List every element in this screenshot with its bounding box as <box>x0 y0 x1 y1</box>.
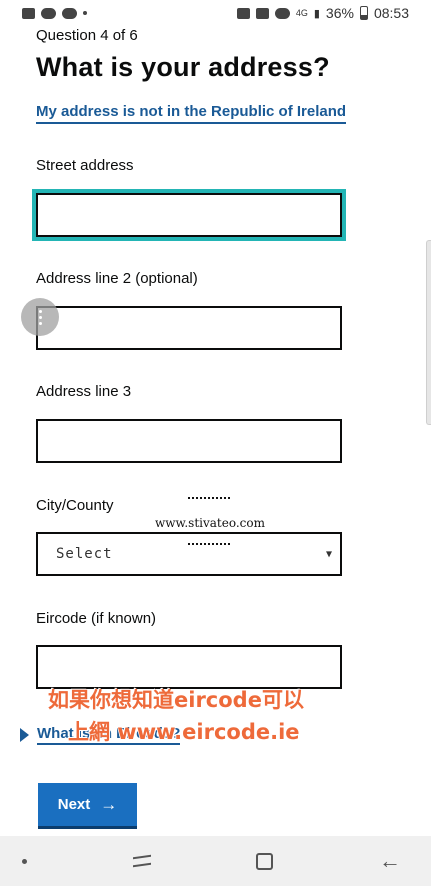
status-right-icons: 4G ▮ 36% 08:53 <box>236 5 409 21</box>
network-label: 4G <box>295 7 308 18</box>
back-icon[interactable]: ← <box>379 850 401 872</box>
address-line3-input[interactable] <box>36 419 342 463</box>
city-county-label: City/County <box>36 497 114 514</box>
menu-dot <box>38 309 42 313</box>
address-line3-label: Address line 3 <box>36 383 132 400</box>
navigation-bar: ← <box>0 836 431 886</box>
dot-icon <box>83 11 87 15</box>
next-button-label: Next <box>57 796 91 813</box>
eircode-label: Eircode (if known) <box>36 610 157 627</box>
clock-icon <box>274 7 290 19</box>
mute-icon <box>255 7 269 19</box>
line-icon <box>41 7 56 19</box>
watermark-text: www.stivateo.com <box>154 516 266 530</box>
gallery-icon <box>22 7 35 19</box>
laurel-sprig-icon <box>188 497 230 503</box>
status-left-icons <box>22 7 87 19</box>
watermark: www.stivateo.com <box>148 492 272 558</box>
city-county-selected: Select <box>56 546 113 562</box>
alarm-icon <box>236 7 250 19</box>
laurel-sprig-icon <box>188 543 230 549</box>
street-address-label: Street address <box>36 157 134 174</box>
status-time: 08:53 <box>373 5 409 21</box>
annotation-line-2: 上網 www.eircode.ie <box>68 720 300 744</box>
signal-icon: ▮ <box>313 7 320 20</box>
expand-triangle-icon <box>20 728 29 742</box>
address-line2-label: Address line 2 (optional) <box>36 270 198 287</box>
question-caption: Question 4 of 6 <box>36 27 138 44</box>
annotation-line-1: 如果你想知道eircode可以 <box>48 688 304 712</box>
eircode-input[interactable] <box>36 645 342 689</box>
recent-apps-icon[interactable] <box>133 854 151 868</box>
battery-percent: 36% <box>325 5 354 21</box>
page-title: What is your address? <box>36 52 330 82</box>
address-line2-input[interactable] <box>36 306 342 350</box>
edge-panel-handle[interactable] <box>426 240 431 425</box>
dropdown-arrow-icon: ▼ <box>325 548 332 560</box>
menu-dot <box>38 315 42 319</box>
home-icon[interactable] <box>256 852 274 870</box>
nav-dot-icon[interactable] <box>22 858 27 864</box>
battery-icon <box>359 6 368 20</box>
street-address-input[interactable] <box>32 189 346 241</box>
next-button[interactable]: Next → <box>38 783 137 829</box>
status-bar: 4G ▮ 36% 08:53 <box>0 0 431 26</box>
line-icon <box>62 7 77 19</box>
arrow-right-icon: → <box>100 794 118 814</box>
floating-menu-button[interactable] <box>21 298 59 336</box>
not-in-ireland-link[interactable]: My address is not in the Republic of Ire… <box>36 103 347 124</box>
menu-dot <box>38 321 42 325</box>
address-form-page: Question 4 of 6 What is your address? My… <box>0 26 431 836</box>
